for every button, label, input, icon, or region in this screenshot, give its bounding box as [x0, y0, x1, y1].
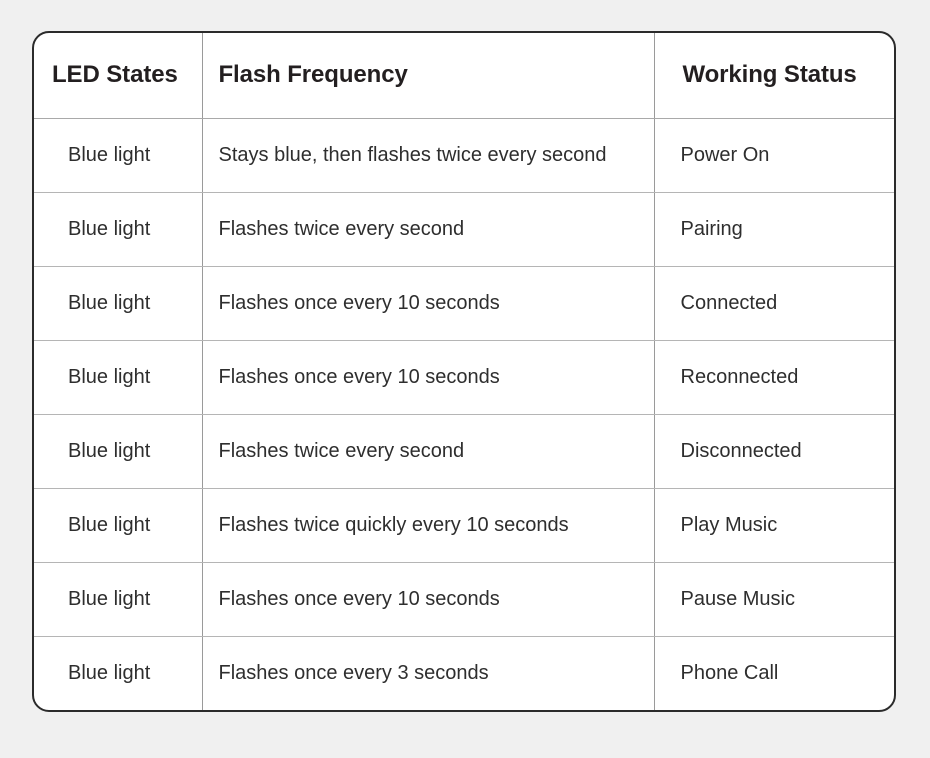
table-header: LED States Flash Frequency Working Statu… [34, 33, 894, 119]
table-row: Blue light Flashes twice every second Di… [34, 414, 894, 489]
cell-working-status: Pause Music [654, 562, 894, 637]
cell-flash-frequency: Flashes once every 10 seconds [202, 562, 655, 637]
cell-led-states: Blue light [34, 488, 203, 563]
cell-flash-frequency: Stays blue, then flashes twice every sec… [202, 118, 655, 193]
column-header-working-status: Working Status [654, 33, 894, 119]
cell-led-states: Blue light [34, 340, 203, 415]
table-row: Blue light Flashes twice quickly every 1… [34, 488, 894, 563]
cell-working-status: Reconnected [654, 340, 894, 415]
cell-led-states: Blue light [34, 562, 203, 637]
cell-flash-frequency: Flashes once every 10 seconds [202, 340, 655, 415]
table-header-row: LED States Flash Frequency Working Statu… [34, 33, 894, 119]
cell-led-states: Blue light [34, 118, 203, 193]
table-row: Blue light Stays blue, then flashes twic… [34, 118, 894, 193]
led-status-table-card: LED States Flash Frequency Working Statu… [32, 31, 896, 712]
cell-working-status: Play Music [654, 488, 894, 563]
table-row: Blue light Flashes twice every second Pa… [34, 192, 894, 267]
table-row: Blue light Flashes once every 3 seconds … [34, 636, 894, 710]
column-header-flash-frequency: Flash Frequency [202, 33, 655, 119]
cell-led-states: Blue light [34, 266, 203, 341]
cell-working-status: Power On [654, 118, 894, 193]
cell-led-states: Blue light [34, 192, 203, 267]
cell-led-states: Blue light [34, 414, 203, 489]
table-row: Blue light Flashes once every 10 seconds… [34, 562, 894, 637]
cell-flash-frequency: Flashes twice every second [202, 414, 655, 489]
cell-working-status: Phone Call [680, 661, 779, 684]
column-header-led-states: LED States [34, 33, 203, 119]
table-row: Blue light Flashes once every 10 seconds… [34, 266, 894, 341]
table-body: Blue light Stays blue, then flashes twic… [34, 118, 894, 710]
table-row: Blue light Flashes once every 10 seconds… [34, 340, 894, 415]
cell-flash-frequency: Flashes twice quickly every 10 seconds [202, 488, 655, 563]
cell-flash-frequency: Flashes once every 10 seconds [202, 266, 655, 341]
led-status-table: LED States Flash Frequency Working Statu… [34, 33, 894, 710]
cell-led-states: Blue light [34, 636, 203, 710]
cell-working-status: Pairing [654, 192, 894, 267]
cell-working-status: Disconnected [654, 414, 894, 489]
cell-working-status: Connected [654, 266, 894, 341]
cell-flash-frequency: Flashes once every 3 seconds [202, 636, 655, 710]
cell-flash-frequency: Flashes twice every second [202, 192, 655, 267]
